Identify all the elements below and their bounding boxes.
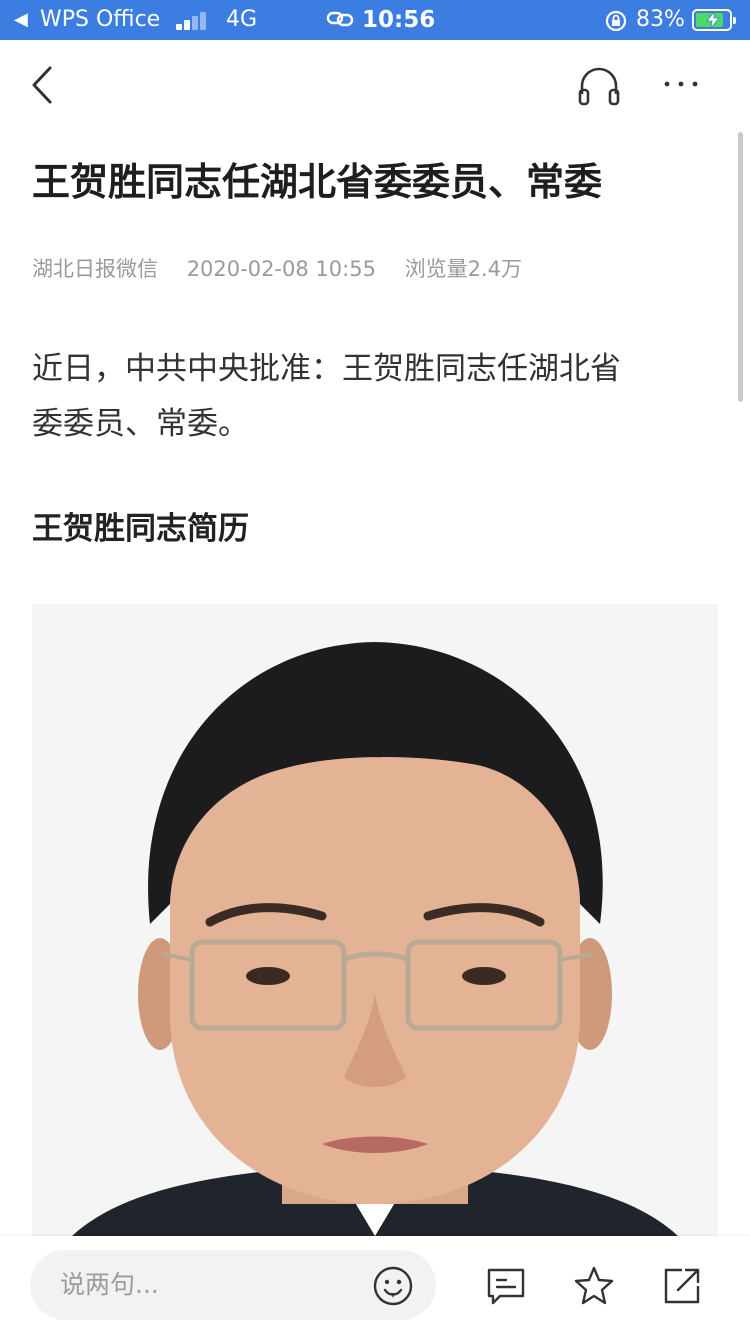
article-datetime: 2020-02-08 10:55 [186, 257, 376, 281]
more-dots-icon[interactable] [656, 64, 706, 104]
article-meta: 湖北日报微信 2020-02-08 10:55 浏览量2.4万 [32, 254, 544, 284]
back-chevron-icon[interactable] [24, 62, 64, 108]
emoji-icon[interactable] [372, 1265, 414, 1307]
status-bar: ◀ WPS Office 4G 10:56 83% [0, 0, 750, 40]
back-to-app-label[interactable]: WPS Office [40, 6, 160, 34]
comment-placeholder: 说两句... [60, 1270, 159, 1299]
back-to-app-arrow-icon[interactable]: ◀ [14, 6, 28, 34]
star-icon[interactable] [572, 1264, 616, 1308]
orientation-lock-icon [604, 9, 628, 39]
bottom-action-bar: 说两句... [0, 1236, 750, 1334]
battery-percentage: 83% [636, 7, 685, 32]
battery-charging-icon [692, 9, 736, 31]
article-nav-bar [0, 40, 750, 130]
headphones-icon[interactable] [574, 62, 624, 112]
paragraph-line: 委委员、常委。 [32, 406, 249, 442]
article-views: 浏览量2.4万 [404, 257, 523, 281]
article-source[interactable]: 湖北日报微信 [32, 254, 158, 284]
section-heading: 王贺胜同志简历 [32, 511, 249, 547]
clock: 10:56 [362, 7, 436, 33]
portrait-photo[interactable] [32, 604, 718, 1236]
paragraph-line: 近日，中共中央批准：王贺胜同志任湖北省 [32, 351, 621, 387]
link-icon [326, 8, 354, 36]
comments-icon[interactable] [484, 1264, 528, 1308]
network-type: 4G [226, 7, 258, 32]
share-icon[interactable] [660, 1264, 704, 1308]
scrollbar[interactable] [738, 132, 743, 402]
article-title: 王贺胜同志任湖北省委委员、常委 [32, 160, 603, 204]
article-paragraph: 近日，中共中央批准：王贺胜同志任湖北省 委委员、常委。 [32, 342, 722, 452]
signal-icon [176, 10, 212, 30]
